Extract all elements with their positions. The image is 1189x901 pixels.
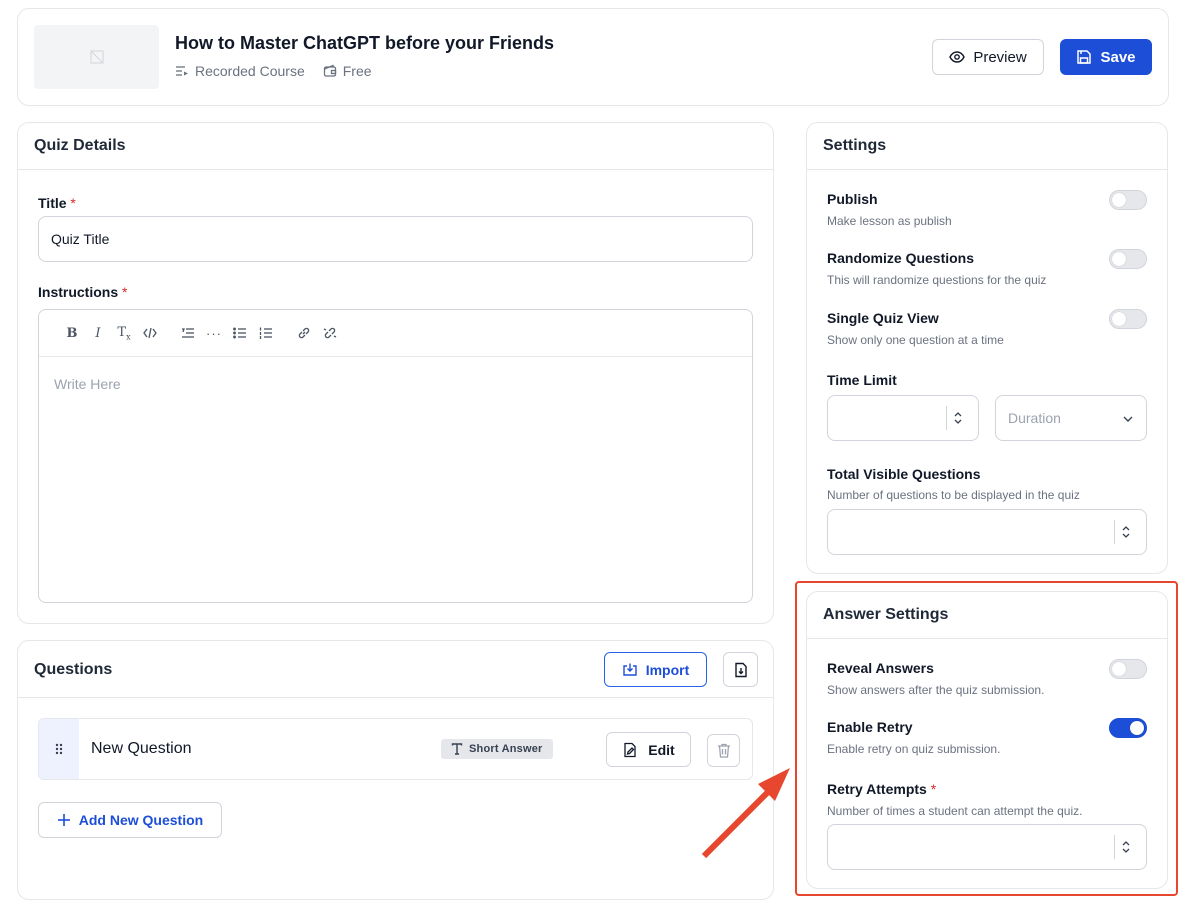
save-icon — [1077, 50, 1092, 64]
blockquote-icon[interactable] — [175, 320, 201, 346]
retry-attempts-label-text: Retry Attempts — [827, 781, 927, 797]
preview-button[interactable]: Preview — [932, 39, 1044, 75]
enable-retry-help: Enable retry on quiz submission. — [827, 742, 1001, 756]
reveal-answers-help: Show answers after the quiz submission. — [827, 683, 1045, 697]
plus-icon — [57, 814, 70, 826]
unlink-icon[interactable] — [317, 320, 343, 346]
required-mark: * — [930, 781, 937, 797]
divider — [807, 169, 1167, 170]
numbered-list-icon[interactable] — [253, 320, 279, 346]
course-header: How to Master ChatGPT before your Friend… — [17, 8, 1169, 106]
stepper-icon[interactable] — [1114, 835, 1136, 859]
retry-attempts-help: Number of times a student can attempt th… — [827, 804, 1083, 818]
course-type: Recorded Course — [175, 63, 305, 79]
reveal-answers-toggle[interactable] — [1109, 659, 1147, 679]
reveal-answers-label: Reveal Answers — [827, 660, 934, 676]
text-type-icon — [451, 743, 463, 755]
download-file-button[interactable] — [723, 652, 758, 687]
title-label-text: Title — [38, 195, 67, 211]
trash-icon — [717, 743, 730, 758]
divider — [18, 169, 773, 170]
save-button[interactable]: Save — [1060, 39, 1152, 75]
list-video-icon — [176, 66, 188, 76]
instructions-editor[interactable]: B I Tx ··· Write Here — [38, 309, 753, 603]
enable-retry-label: Enable Retry — [827, 719, 913, 735]
file-download-icon — [734, 662, 747, 677]
publish-toggle[interactable] — [1109, 190, 1147, 210]
divider — [18, 697, 773, 698]
bold-icon[interactable]: B — [59, 320, 85, 346]
divider — [807, 638, 1167, 639]
bullet-list-icon[interactable] — [227, 320, 253, 346]
quiz-title-input[interactable]: Quiz Title — [38, 216, 753, 262]
add-question-label: Add New Question — [78, 812, 204, 828]
single-view-label: Single Quiz View — [827, 310, 939, 326]
publish-label: Publish — [827, 191, 878, 207]
retry-attempts-input[interactable] — [827, 824, 1147, 870]
save-label: Save — [1100, 48, 1136, 66]
randomize-label: Randomize Questions — [827, 250, 975, 266]
title-label: Title * — [38, 195, 76, 211]
chevron-down-icon — [1123, 416, 1133, 422]
course-price-label: Free — [342, 63, 372, 79]
wallet-icon — [323, 64, 336, 77]
randomize-toggle[interactable] — [1109, 249, 1147, 269]
image-placeholder-icon — [90, 50, 103, 64]
settings-title: Settings — [823, 137, 887, 154]
time-limit-input[interactable] — [827, 395, 979, 441]
import-icon — [623, 663, 637, 676]
question-title: New Question — [91, 740, 192, 757]
settings-card: Settings Publish Make lesson as publish … — [806, 122, 1168, 574]
quiz-details-card: Quiz Details Title * Quiz Title Instruct… — [17, 122, 774, 624]
edit-label: Edit — [648, 741, 675, 758]
preview-label: Preview — [973, 48, 1027, 66]
italic-icon[interactable]: I — [85, 320, 111, 346]
import-button[interactable]: Import — [604, 652, 707, 687]
stepper-icon[interactable] — [1114, 520, 1136, 544]
edit-question-button[interactable]: Edit — [606, 732, 691, 767]
randomize-help: This will randomize questions for the qu… — [827, 273, 1047, 287]
code-icon[interactable] — [137, 320, 163, 346]
eye-icon — [949, 51, 966, 63]
visible-questions-help: Number of questions to be displayed in t… — [827, 488, 1080, 502]
publish-help: Make lesson as publish — [827, 214, 952, 228]
required-mark: * — [70, 195, 76, 211]
questions-title: Questions — [34, 661, 113, 678]
more-icon[interactable]: ··· — [201, 320, 227, 346]
question-type-label: Short Answer — [469, 743, 543, 755]
retry-attempts-label: Retry Attempts * — [827, 781, 936, 797]
visible-questions-label: Total Visible Questions — [827, 466, 981, 482]
course-price: Free — [323, 63, 372, 79]
course-title: How to Master ChatGPT before your Friend… — [175, 33, 555, 53]
editor-toolbar: B I Tx ··· — [39, 310, 752, 357]
instructions-label-text: Instructions — [38, 284, 119, 300]
answer-settings-title: Answer Settings — [823, 606, 949, 623]
question-type-badge: Short Answer — [441, 739, 553, 759]
add-question-button[interactable]: Add New Question — [38, 802, 222, 838]
enable-retry-toggle[interactable] — [1109, 718, 1147, 738]
duration-select[interactable]: Duration — [995, 395, 1147, 441]
link-icon[interactable] — [291, 320, 317, 346]
question-row[interactable]: New Question Short Answer Edit — [38, 718, 753, 780]
drag-handle-icon[interactable] — [39, 719, 79, 779]
clear-format-icon[interactable]: Tx — [111, 320, 137, 346]
stepper-icon[interactable] — [946, 406, 968, 430]
required-mark: * — [122, 284, 128, 300]
single-view-help: Show only one question at a time — [827, 333, 1004, 347]
quiz-details-title: Quiz Details — [34, 137, 126, 154]
course-meta: Recorded Course Free — [175, 63, 372, 79]
duration-placeholder: Duration — [1008, 410, 1061, 426]
visible-questions-input[interactable] — [827, 509, 1147, 555]
import-label: Import — [645, 661, 690, 678]
file-edit-icon — [624, 742, 636, 757]
course-thumbnail — [34, 25, 159, 89]
questions-card: Questions Import New Question Short Answ… — [17, 640, 774, 900]
course-type-label: Recorded Course — [195, 63, 305, 79]
annotation-arrow-icon — [701, 768, 790, 859]
instructions-label: Instructions * — [38, 284, 127, 300]
time-limit-label: Time Limit — [827, 372, 897, 388]
answer-settings-card: Answer Settings Reveal Answers Show answ… — [806, 591, 1168, 889]
single-view-toggle[interactable] — [1109, 309, 1147, 329]
editor-placeholder: Write Here — [54, 376, 121, 392]
